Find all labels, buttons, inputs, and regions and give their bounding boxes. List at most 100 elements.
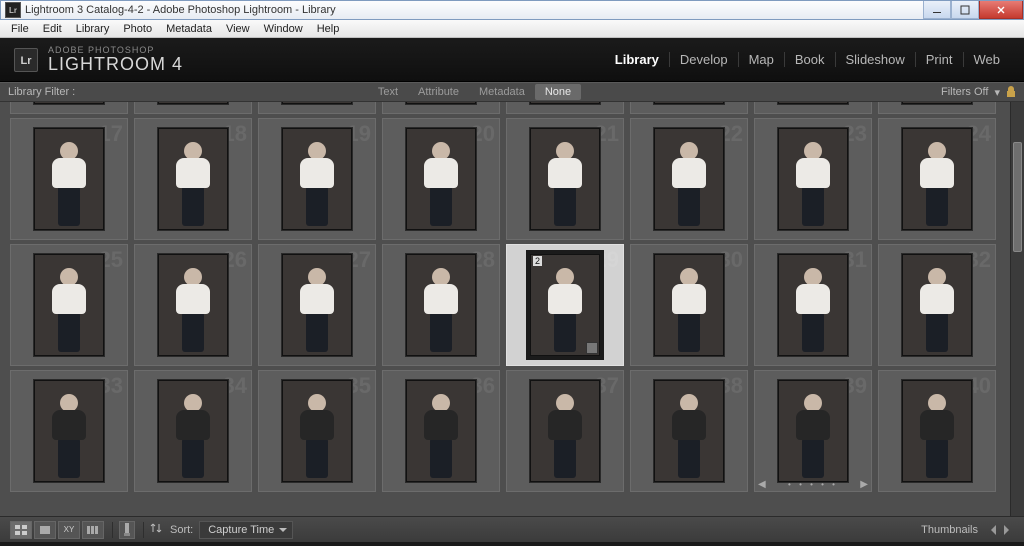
photo-thumbnail[interactable] [777,379,849,483]
menu-view[interactable]: View [219,23,257,35]
thumbnail-cell[interactable]: 12 [382,102,500,114]
module-web[interactable]: Web [964,52,1011,67]
maximize-button[interactable] [951,1,979,19]
photo-thumbnail[interactable] [33,127,105,231]
thumbnail-cell[interactable]: 27 [258,244,376,366]
photo-thumbnail[interactable] [901,379,973,483]
thumbnail-cell[interactable]: 37 [506,370,624,492]
photo-thumbnail[interactable] [653,253,725,357]
photo-thumbnail[interactable] [777,102,849,105]
thumbnail-cell[interactable]: 23 [754,118,872,240]
painter-tool-button[interactable] [119,521,135,539]
thumbnail-cell[interactable]: 15 [754,102,872,114]
menu-edit[interactable]: Edit [36,23,69,35]
thumbnail-cell[interactable]: 28 [382,244,500,366]
sort-dropdown[interactable]: Capture Time [199,521,293,539]
thumbnail-cell[interactable]: 292 [506,244,624,366]
module-develop[interactable]: Develop [670,52,739,67]
photo-thumbnail[interactable] [281,102,353,105]
menu-metadata[interactable]: Metadata [159,23,219,35]
photo-thumbnail[interactable] [157,253,229,357]
thumbnail-cell[interactable]: 13 [506,102,624,114]
thumbnail-cell[interactable]: 38 [630,370,748,492]
lock-icon[interactable] [1006,86,1016,98]
thumbnail-grid[interactable]: 9 10 11 12 13 14 15 16 1718192021222324 252627282… [0,102,1010,516]
thumb-size-smaller-button[interactable] [986,525,996,535]
photo-thumbnail[interactable] [777,253,849,357]
thumbnail-cell[interactable]: 11 [258,102,376,114]
thumbnail-cell[interactable]: 10 [134,102,252,114]
survey-view-button[interactable] [82,521,104,539]
menu-file[interactable]: File [4,23,36,35]
photo-thumbnail[interactable] [33,253,105,357]
photo-thumbnail[interactable] [33,379,105,483]
filter-preset-dropdown[interactable]: Filters Off [941,86,988,98]
thumbnail-cell[interactable]: 26 [134,244,252,366]
thumbnail-cell[interactable]: 19 [258,118,376,240]
thumb-size-larger-button[interactable] [1004,525,1014,535]
photo-thumbnail[interactable] [405,379,477,483]
photo-thumbnail[interactable] [157,379,229,483]
module-book[interactable]: Book [785,52,836,67]
photo-thumbnail[interactable] [901,127,973,231]
thumbnail-cell[interactable]: 18 [134,118,252,240]
thumbnail-cell[interactable]: 36 [382,370,500,492]
thumbnail-cell[interactable]: 22 [630,118,748,240]
thumbnail-cell[interactable]: 34 [134,370,252,492]
photo-thumbnail[interactable] [405,127,477,231]
minimize-button[interactable] [923,1,951,19]
compare-view-button[interactable]: XY [58,521,80,539]
module-print[interactable]: Print [916,52,964,67]
menu-window[interactable]: Window [257,23,310,35]
photo-thumbnail[interactable] [33,102,105,105]
photo-thumbnail[interactable] [901,253,973,357]
photo-thumbnail[interactable] [529,127,601,231]
sort-direction-button[interactable] [150,522,164,537]
thumbnail-cell[interactable]: 14 [630,102,748,114]
thumbnail-cell[interactable]: 30 [630,244,748,366]
photo-thumbnail[interactable] [281,127,353,231]
photo-thumbnail[interactable]: 2 [526,250,604,360]
photo-thumbnail[interactable] [529,102,601,105]
filter-tab-text[interactable]: Text [368,84,408,100]
thumbnail-cell[interactable]: 17 [10,118,128,240]
vertical-scrollbar[interactable] [1010,102,1024,516]
loupe-view-button[interactable] [34,521,56,539]
scrollbar-handle[interactable] [1013,142,1022,252]
filter-tab-attribute[interactable]: Attribute [408,84,469,100]
thumbnail-cell[interactable]: 40 [878,370,996,492]
thumbnail-cell[interactable]: 25 [10,244,128,366]
thumbnail-cell[interactable]: 35 [258,370,376,492]
photo-thumbnail[interactable] [281,253,353,357]
thumbnail-cell[interactable]: 31 [754,244,872,366]
thumbnail-cell[interactable]: 16 [878,102,996,114]
photo-thumbnail[interactable] [653,102,725,105]
photo-thumbnail[interactable] [281,379,353,483]
photo-thumbnail[interactable] [777,127,849,231]
thumbnail-cell[interactable]: 20 [382,118,500,240]
photo-thumbnail[interactable] [157,127,229,231]
module-slideshow[interactable]: Slideshow [836,52,916,67]
photo-thumbnail[interactable] [405,102,477,105]
thumbnail-cell[interactable]: 9 [10,102,128,114]
filter-tab-none[interactable]: None [535,84,581,100]
photo-thumbnail[interactable] [901,102,973,105]
thumbnail-cell[interactable]: 39◀▶• • • • • [754,370,872,492]
photo-thumbnail[interactable] [653,127,725,231]
thumbnail-cell[interactable]: 32 [878,244,996,366]
filter-tab-metadata[interactable]: Metadata [469,84,535,100]
photo-thumbnail[interactable] [653,379,725,483]
menu-photo[interactable]: Photo [116,23,159,35]
photo-thumbnail[interactable] [157,102,229,105]
menu-help[interactable]: Help [310,23,347,35]
close-button[interactable] [979,1,1023,19]
rating-dots[interactable]: • • • • • [755,480,871,489]
module-library[interactable]: Library [605,52,670,67]
module-map[interactable]: Map [739,52,785,67]
thumbnail-cell[interactable]: 24 [878,118,996,240]
menu-library[interactable]: Library [69,23,117,35]
thumbnail-cell[interactable]: 21 [506,118,624,240]
thumbnail-cell[interactable]: 33 [10,370,128,492]
photo-thumbnail[interactable] [529,379,601,483]
photo-thumbnail[interactable] [405,253,477,357]
